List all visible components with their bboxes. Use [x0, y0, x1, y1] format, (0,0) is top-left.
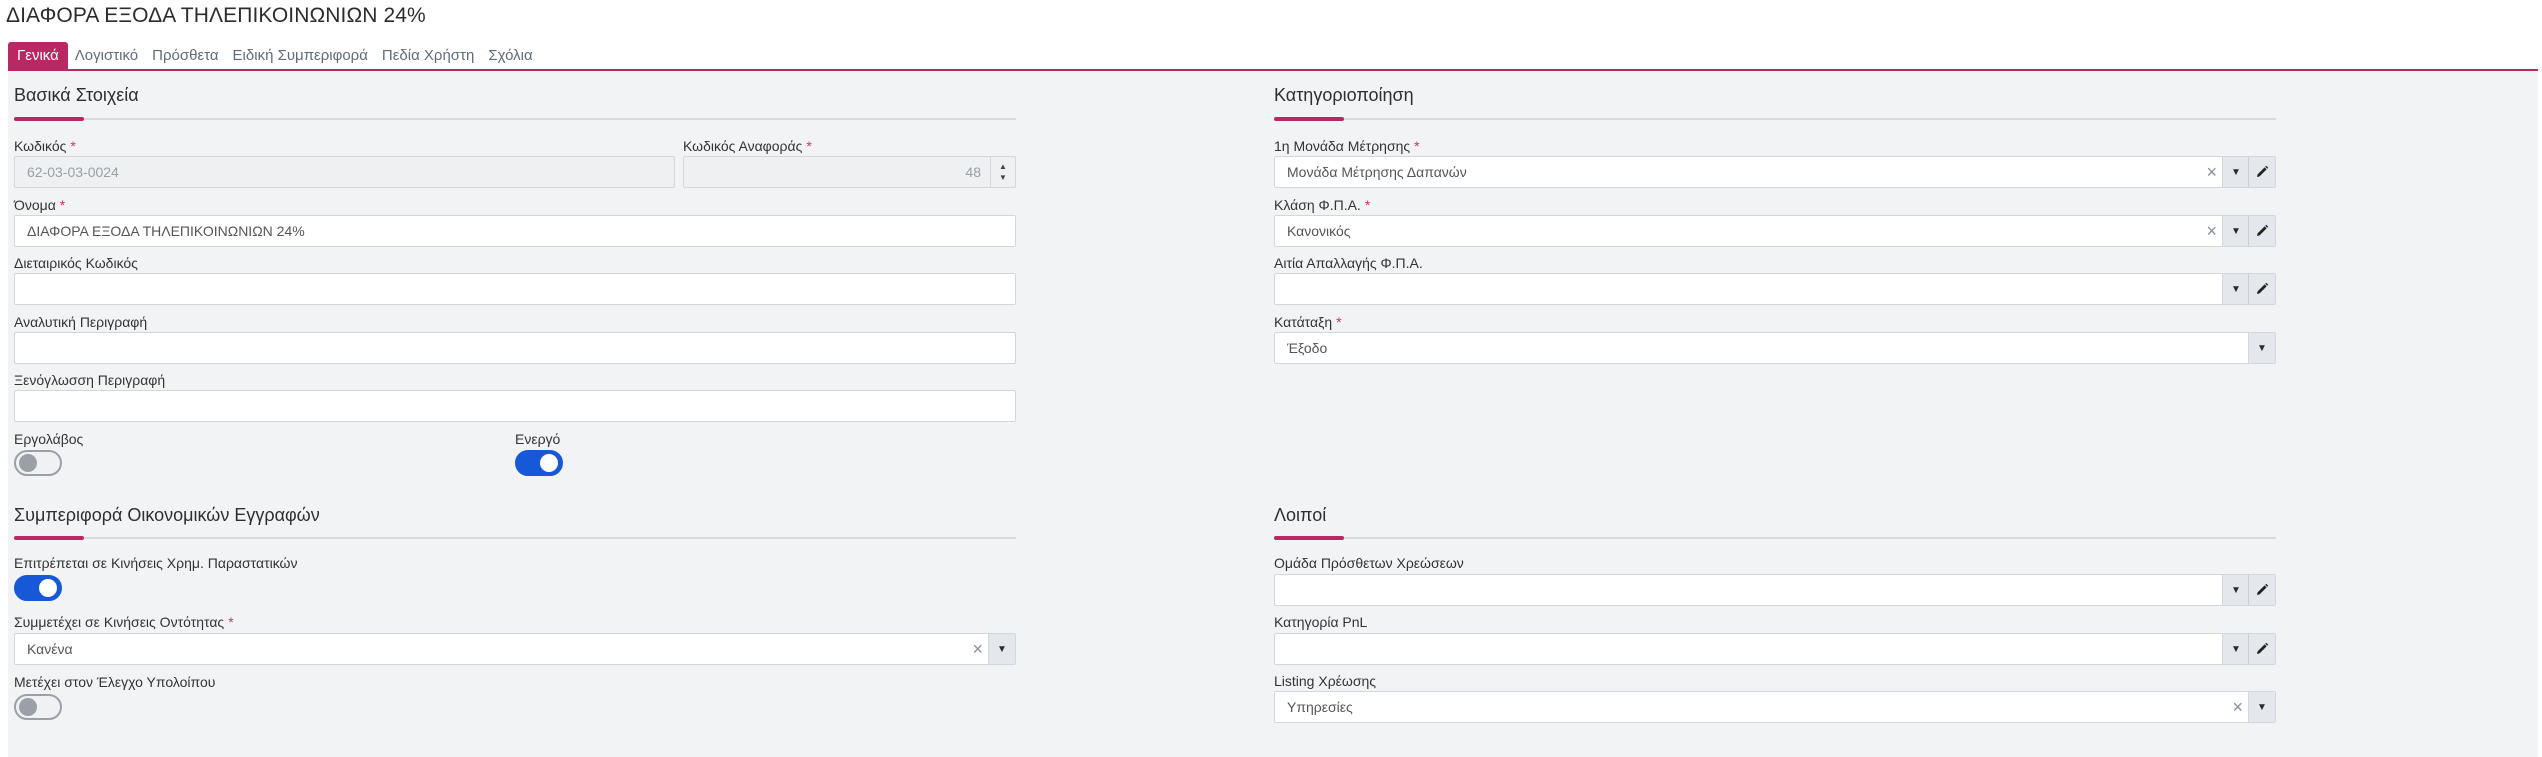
required-mark: *: [1414, 138, 1420, 154]
page-title: ΔΙΑΦΟΡΑ ΕΞΟΔΑ ΤΗΛΕΠΙΚΟΙΝΩΝΙΩΝ 24%: [6, 4, 426, 27]
close-x-icon[interactable]: ×: [2232, 692, 2243, 722]
required-mark: *: [228, 614, 234, 630]
category-value: Έξοδο: [1287, 340, 1328, 356]
tab-general[interactable]: Γενικά: [8, 42, 68, 69]
intercompany-code-label: Διεταιρικός Κωδικός: [14, 255, 138, 271]
listing-label: Listing Χρέωσης: [1274, 673, 1377, 689]
allowed-cash-docs-toggle[interactable]: [14, 575, 62, 601]
required-mark: *: [1364, 197, 1371, 213]
form-panel: Βασικά Στοιχεία Κωδικός * 62-03-03-0024 Κ…: [8, 71, 2538, 757]
balance-check-toggle[interactable]: [14, 694, 62, 720]
section-accent: [14, 117, 84, 121]
tab-special-behavior[interactable]: Ειδική Συμπεριφορά: [226, 42, 375, 69]
tab-extras[interactable]: Πρόσθετα: [145, 42, 225, 69]
close-x-icon[interactable]: ×: [972, 634, 983, 664]
toggle-knob: [540, 454, 558, 472]
code-value: 62-03-03-0024: [27, 164, 119, 180]
required-mark: *: [806, 138, 812, 154]
extra-charges-group-label: Ομάδα Πρόσθετων Χρεώσεων: [1274, 555, 1464, 571]
section-divider-financial: [14, 536, 1016, 540]
entity-movements-select[interactable]: Κανένα × ▼: [14, 633, 1016, 665]
ref-code-label: Κωδικός Αναφοράς *: [683, 138, 812, 154]
close-x-icon[interactable]: ×: [2206, 157, 2217, 187]
caret-down-icon[interactable]: ▼: [2222, 634, 2249, 664]
extra-charges-group-select[interactable]: ▼: [1274, 574, 2276, 606]
entity-movements-label: Συμμετέχει σε Κινήσεις Οντότητας *: [14, 614, 234, 630]
section-title-classification: Κατηγοριοποίηση: [1274, 85, 1414, 105]
toggle-knob: [19, 698, 37, 716]
unit-select[interactable]: Μονάδα Μέτρησης Δαπανών × ▼: [1274, 156, 2276, 188]
caret-down-icon[interactable]: ▼: [2222, 157, 2249, 187]
balance-check-label: Μετέχει στον Έλεγχο Υπολοίπου: [14, 674, 216, 690]
caret-down-icon[interactable]: ▼: [2222, 274, 2249, 304]
pencil-icon[interactable]: [2248, 575, 2275, 605]
caret-down-icon[interactable]: ▼: [2222, 216, 2249, 246]
required-mark: *: [1336, 314, 1342, 330]
description-input[interactable]: [14, 332, 1016, 364]
active-label: Ενεργό: [515, 431, 561, 447]
ref-code-value: 48: [965, 164, 981, 180]
category-select[interactable]: Έξοδο ▼: [1274, 332, 2276, 364]
toggle-knob: [19, 454, 37, 472]
vat-class-select[interactable]: Κανονικός × ▼: [1274, 215, 2276, 247]
pnl-category-label: Κατηγορία PnL: [1274, 614, 1368, 630]
foreign-description-input[interactable]: [14, 390, 1016, 422]
vat-class-value: Κανονικός: [1287, 223, 1351, 239]
unit-label: 1η Μονάδα Μέτρησης *: [1274, 138, 1420, 154]
ref-code-field[interactable]: 48 ▲ ▼: [683, 156, 1016, 188]
description-label: Αναλυτική Περιγραφή: [14, 314, 148, 330]
required-mark: *: [70, 138, 76, 154]
pnl-category-select[interactable]: ▼: [1274, 633, 2276, 665]
vat-exemption-label: Αιτία Απαλλαγής Φ.Π.Α.: [1274, 255, 1423, 271]
pencil-icon[interactable]: [2248, 157, 2275, 187]
pencil-icon[interactable]: [2248, 274, 2275, 304]
contractor-toggle[interactable]: [14, 450, 62, 476]
listing-value: Υπηρεσίες: [1287, 699, 1353, 715]
tab-bar: Γενικά Λογιστικό Πρόσθετα Ειδική Συμπερι…: [8, 42, 540, 69]
unit-value: Μονάδα Μέτρησης Δαπανών: [1287, 164, 1467, 180]
section-title-basic: Βασικά Στοιχεία: [14, 85, 139, 105]
section-title-financial: Συμπεριφορά Οικονομικών Εγγραφών: [14, 505, 320, 525]
caret-down-icon[interactable]: ▼: [2248, 692, 2275, 722]
code-label: Κωδικός *: [14, 138, 76, 154]
section-accent: [1274, 536, 1344, 540]
pencil-icon[interactable]: [2248, 216, 2275, 246]
tab-comments[interactable]: Σχόλια: [481, 42, 539, 69]
vat-exemption-select[interactable]: ▼: [1274, 273, 2276, 305]
allowed-cash-docs-label: Επιτρέπεται σε Κινήσεις Χρημ. Παραστατικ…: [14, 555, 298, 571]
required-mark: *: [59, 197, 66, 213]
tab-user-fields[interactable]: Πεδία Χρήστη: [375, 42, 481, 69]
caret-down-icon[interactable]: ▼: [988, 634, 1015, 664]
foreign-description-label: Ξενόγλωσση Περιγραφή: [14, 372, 166, 388]
section-title-other: Λοιποί: [1274, 505, 1327, 525]
caret-down-icon[interactable]: ▼: [2222, 575, 2249, 605]
section-accent: [1274, 117, 1344, 121]
caret-down-icon[interactable]: ▼: [2248, 333, 2275, 363]
listing-select[interactable]: Υπηρεσίες × ▼: [1274, 691, 2276, 723]
tab-accounting[interactable]: Λογιστικό: [68, 42, 145, 69]
section-accent: [14, 536, 84, 540]
intercompany-code-input[interactable]: [14, 273, 1016, 305]
pencil-icon[interactable]: [2248, 634, 2275, 664]
section-divider-basic: [14, 117, 1016, 121]
section-divider-classification: [1274, 117, 2276, 121]
vat-class-label: Κλάση Φ.Π.Α. *: [1274, 197, 1371, 213]
close-x-icon[interactable]: ×: [2206, 216, 2217, 246]
contractor-label: Εργολάβος: [14, 431, 84, 447]
name-input[interactable]: ΔΙΑΦΟΡΑ ΕΞΟΔΑ ΤΗΛΕΠΙΚΟΙΝΩΝΙΩΝ 24%: [14, 215, 1016, 247]
active-toggle[interactable]: [515, 450, 563, 476]
name-label: Όνομα *: [14, 197, 66, 213]
name-value: ΔΙΑΦΟΡΑ ΕΞΟΔΑ ΤΗΛΕΠΙΚΟΙΝΩΝΙΩΝ 24%: [27, 223, 305, 239]
category-label: Κατάταξη *: [1274, 314, 1342, 330]
code-field[interactable]: 62-03-03-0024: [14, 156, 675, 188]
section-divider-other: [1274, 536, 2276, 540]
entity-movements-value: Κανένα: [27, 641, 73, 657]
up-down-arrows-icon[interactable]: ▲ ▼: [990, 157, 1015, 187]
toggle-knob: [39, 579, 57, 597]
